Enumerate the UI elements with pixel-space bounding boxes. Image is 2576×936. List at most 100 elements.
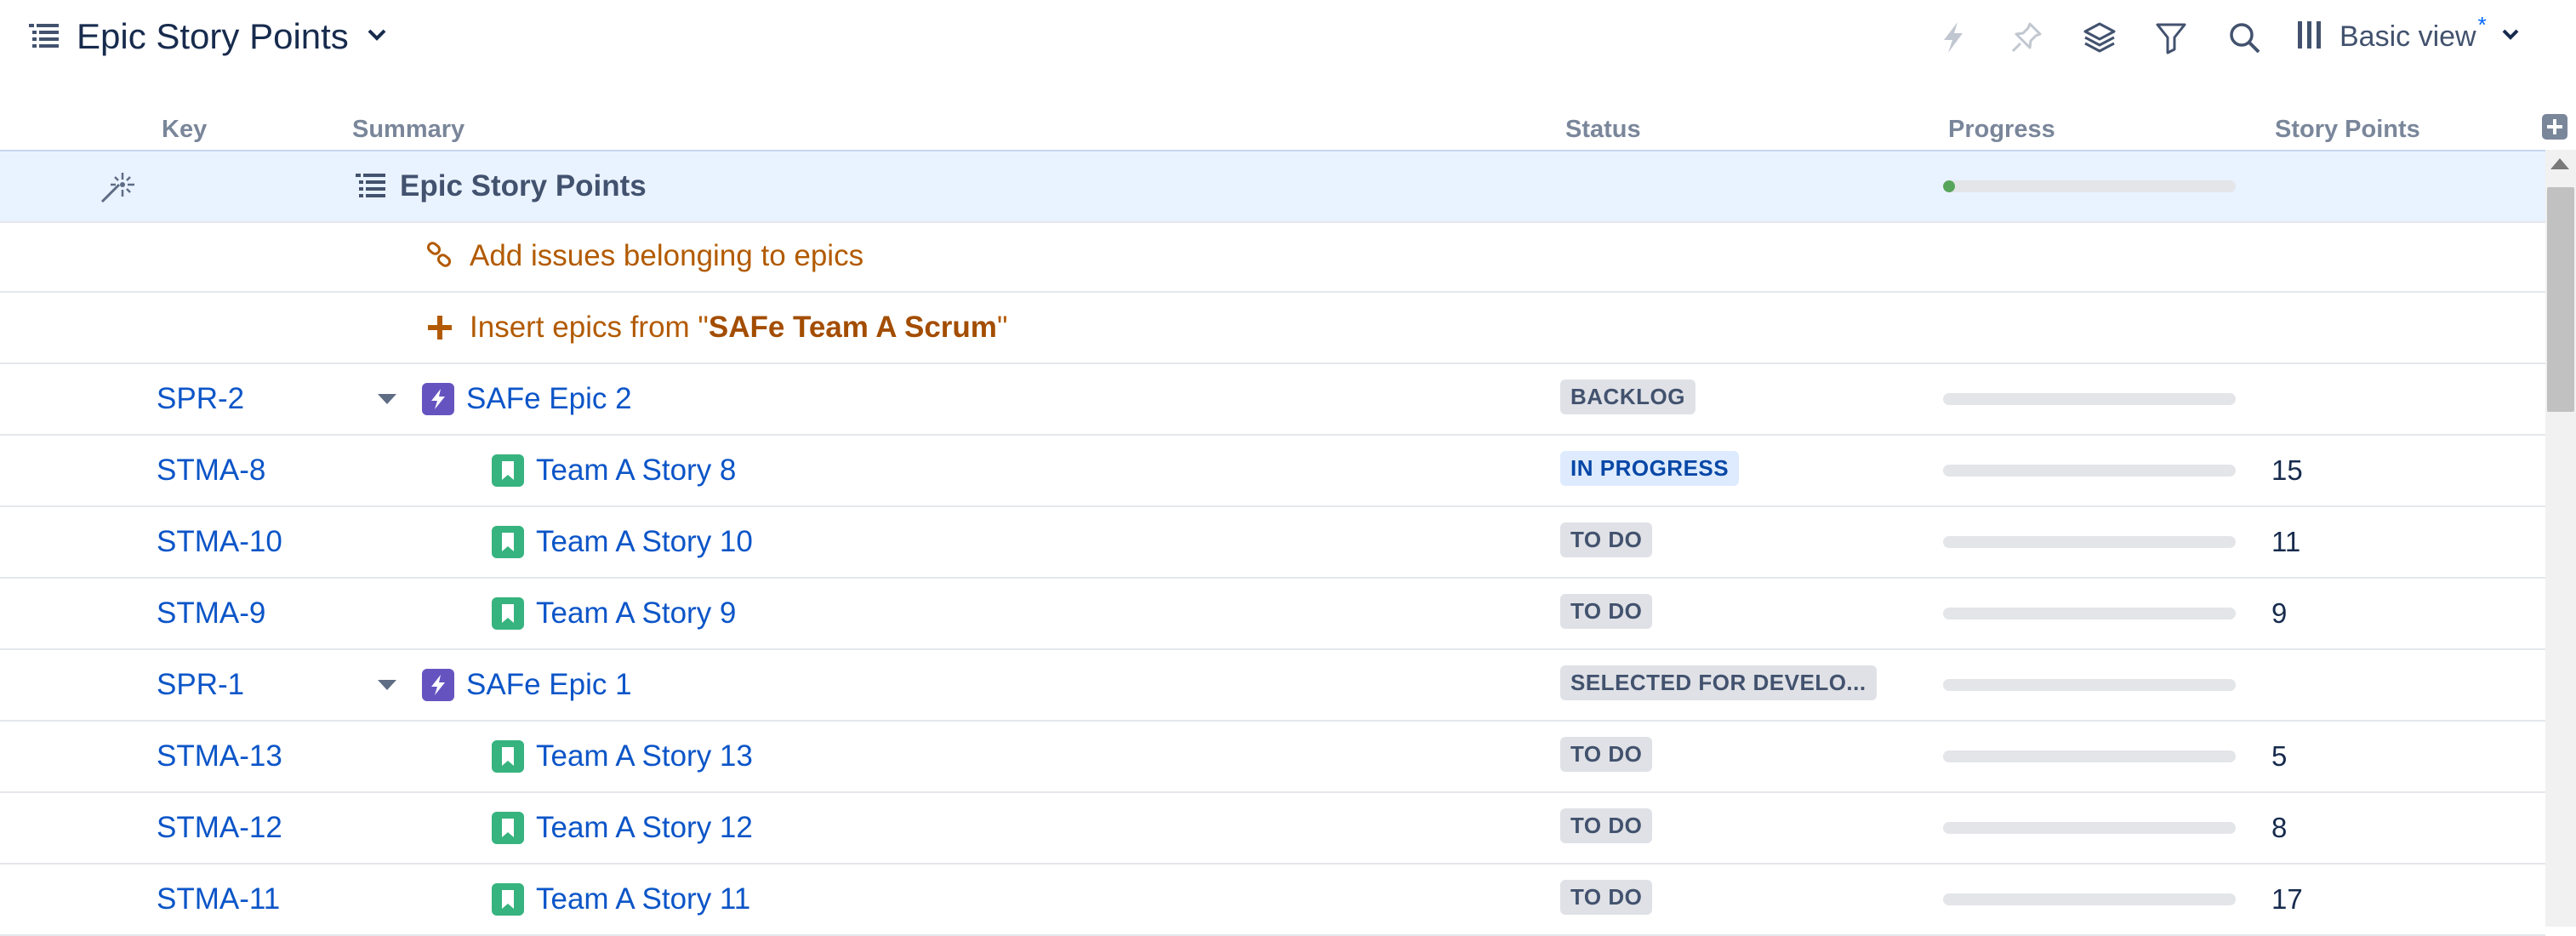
search-icon[interactable]: [2226, 19, 2263, 56]
table-row[interactable]: STMA-10 Team A Story 10 TO DO 11: [0, 507, 2545, 579]
issue-key[interactable]: STMA-9: [157, 579, 265, 648]
issue-summary[interactable]: SAFe Epic 1: [466, 668, 632, 702]
status-badge[interactable]: BACKLOG: [1560, 380, 1695, 414]
issue-summary-cell: Team A Story 10: [492, 507, 753, 577]
table-row[interactable]: SPR-1 SAFe Epic 1 SELECTED FOR DEVELO...: [0, 650, 2545, 722]
story-points-value: 5: [2271, 740, 2288, 772]
column-header-key[interactable]: Key: [162, 116, 207, 144]
expand-toggle[interactable]: [378, 650, 396, 720]
structure-icon: [29, 22, 61, 52]
expand-toggle[interactable]: [378, 364, 396, 434]
table-row[interactable]: STMA-12 Team A Story 12 TO DO 8: [0, 793, 2545, 865]
table-row[interactable]: SPR-2 SAFe Epic 2 BACKLOG: [0, 364, 2545, 436]
progress-bar: [1943, 679, 2236, 691]
issue-key[interactable]: STMA-12: [157, 793, 282, 863]
status-badge[interactable]: IN PROGRESS: [1560, 451, 1740, 486]
progress-bar: [1943, 465, 2236, 477]
column-header-progress[interactable]: Progress: [1948, 116, 2055, 144]
story-icon: [492, 526, 524, 558]
insert-suffix: ": [996, 311, 1008, 344]
progress-bar: [1943, 822, 2236, 834]
issue-summary[interactable]: Team A Story 11: [536, 882, 750, 916]
root-summary: Epic Story Points: [356, 151, 647, 221]
issue-summary[interactable]: Team A Story 9: [536, 596, 736, 631]
issue-summary-cell: Team A Story 11: [492, 865, 750, 934]
progress-fill: [1943, 180, 1955, 192]
root-progress-bar: [1943, 180, 2236, 192]
automation-icon[interactable]: [1935, 19, 1972, 56]
plus-icon: [427, 315, 453, 340]
chevron-down-icon: [2502, 29, 2519, 44]
story-icon: [492, 740, 524, 773]
table-row[interactable]: STMA-8 Team A Story 8 IN PROGRESS 15: [0, 436, 2545, 507]
issue-key[interactable]: SPR-1: [157, 650, 244, 720]
issue-key[interactable]: STMA-8: [157, 436, 265, 505]
issue-summary-cell: Team A Story 9: [492, 579, 736, 648]
status-badge[interactable]: TO DO: [1560, 594, 1653, 629]
scrollbar-thumb[interactable]: [2547, 187, 2574, 412]
issue-summary-cell: Team A Story 12: [492, 793, 753, 863]
status-badge[interactable]: TO DO: [1560, 880, 1653, 915]
view-modified-marker: *: [2477, 11, 2487, 37]
scroll-up-arrow[interactable]: [2550, 158, 2569, 169]
status-badge[interactable]: TO DO: [1560, 737, 1653, 772]
filter-icon[interactable]: [2152, 19, 2190, 56]
issue-summary[interactable]: Team A Story 13: [536, 739, 753, 773]
structure-icon: [356, 172, 388, 202]
story-points-value: 17: [2271, 883, 2303, 915]
story-points-value: 15: [2271, 454, 2303, 486]
status-badge[interactable]: TO DO: [1560, 808, 1653, 843]
magic-wand-icon[interactable]: [99, 151, 136, 221]
table-row[interactable]: STMA-13 Team A Story 13 TO DO 5: [0, 722, 2545, 793]
story-icon: [492, 883, 524, 916]
issue-key[interactable]: STMA-10: [157, 507, 282, 577]
root-title: Epic Story Points: [400, 169, 647, 203]
add-issues-action[interactable]: Add issues belonging to epics: [425, 221, 863, 291]
issue-summary[interactable]: SAFe Epic 2: [466, 382, 632, 416]
story-icon: [492, 454, 524, 487]
issue-key[interactable]: SPR-2: [157, 364, 244, 434]
epic-icon: [422, 383, 454, 415]
add-issues-label: Add issues belonging to epics: [470, 239, 864, 272]
column-header-status[interactable]: Status: [1565, 116, 1641, 144]
issue-summary-cell: Team A Story 13: [492, 722, 753, 791]
view-label: Basic view: [2339, 20, 2476, 53]
story-points-value: 8: [2271, 812, 2288, 843]
story-icon: [492, 597, 524, 630]
status-badge[interactable]: SELECTED FOR DEVELO...: [1560, 665, 1877, 700]
insert-epics-row: Insert epics from "SAFe Team A Scrum": [0, 293, 2545, 364]
structure-header: Epic Story Points Basic view *: [0, 0, 2576, 85]
add-column-button[interactable]: [2542, 114, 2567, 140]
table-row[interactable]: STMA-11 Team A Story 11 TO DO 17: [0, 865, 2545, 936]
issue-summary-cell: SAFe Epic 2: [422, 364, 632, 434]
status-badge[interactable]: TO DO: [1560, 522, 1653, 557]
structure-title: Epic Story Points: [77, 16, 349, 56]
insert-board-name: SAFe Team A Scrum: [708, 311, 997, 344]
insert-prefix: Insert epics from ": [470, 311, 709, 344]
pin-icon[interactable]: [2008, 19, 2045, 56]
issue-summary[interactable]: Team A Story 12: [536, 811, 753, 845]
insert-epics-label: Insert epics from "SAFe Team A Scrum": [470, 311, 1007, 345]
progress-bar: [1943, 536, 2236, 548]
layers-icon[interactable]: [2081, 19, 2118, 56]
column-header-summary[interactable]: Summary: [352, 116, 464, 144]
issue-key[interactable]: STMA-13: [157, 722, 282, 791]
chevron-down-icon: [368, 29, 386, 45]
structure-title-menu[interactable]: Epic Story Points: [29, 10, 386, 63]
issue-summary[interactable]: Team A Story 10: [536, 525, 753, 559]
progress-bar: [1943, 393, 2236, 405]
progress-bar: [1943, 608, 2236, 619]
columns-icon: [2297, 20, 2322, 54]
issue-summary-cell: SAFe Epic 1: [422, 650, 632, 720]
story-points-value: 11: [2271, 526, 2301, 557]
view-selector[interactable]: Basic view *: [2297, 11, 2519, 60]
column-header-story-points[interactable]: Story Points: [2275, 116, 2420, 144]
issue-key[interactable]: STMA-11: [157, 865, 280, 934]
table-row[interactable]: STMA-9 Team A Story 9 TO DO 9: [0, 579, 2545, 650]
issue-summary[interactable]: Team A Story 8: [536, 454, 736, 488]
add-issues-row: Add issues belonging to epics: [0, 221, 2545, 293]
epic-icon: [422, 669, 454, 701]
chevron-down-icon: [378, 680, 396, 690]
root-row[interactable]: Epic Story Points: [0, 150, 2545, 223]
insert-epics-action[interactable]: Insert epics from "SAFe Team A Scrum": [427, 293, 1007, 362]
